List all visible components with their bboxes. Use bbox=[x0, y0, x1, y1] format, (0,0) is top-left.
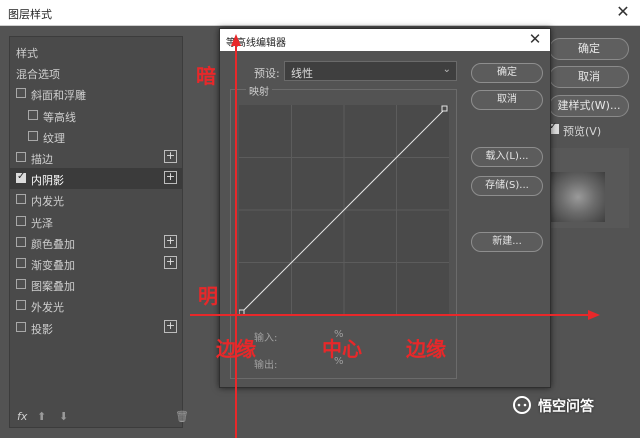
annotation-edge-right: 边缘 bbox=[406, 337, 446, 361]
annotation-center: 中心 bbox=[322, 337, 362, 361]
annotation-overlay bbox=[190, 34, 600, 438]
arrow-up-icon bbox=[231, 34, 241, 46]
arrow-right-icon bbox=[588, 310, 600, 320]
watermark-text: 悟空问答 bbox=[538, 399, 594, 415]
annotation-dark: 暗 bbox=[196, 64, 216, 88]
annotation-edge-left: 边缘 bbox=[216, 337, 256, 361]
chat-bubble-icon bbox=[513, 396, 531, 414]
annotation-bright: 明 bbox=[198, 284, 218, 308]
